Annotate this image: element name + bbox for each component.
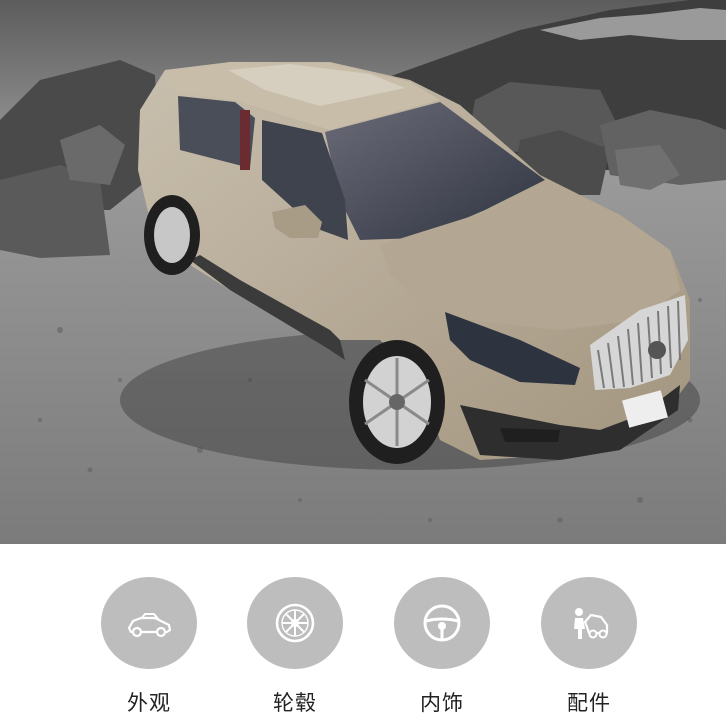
view-category-nav: 外观 轮毂 内饰 配件 — [0, 544, 726, 726]
wheels-button[interactable] — [247, 577, 343, 669]
accessory-icon — [574, 608, 609, 639]
exterior-button[interactable] — [101, 577, 197, 669]
nav-label-accessories: 配件 — [567, 691, 611, 715]
nav-item-accessories[interactable]: 配件 — [529, 577, 649, 717]
nav-item-wheels[interactable]: 轮毂 — [235, 577, 355, 717]
nav-item-exterior[interactable]: 外观 — [89, 577, 209, 717]
car-scene-image[interactable] — [0, 0, 726, 544]
accessories-button[interactable] — [541, 577, 637, 669]
nav-item-interior[interactable]: 内饰 — [382, 577, 502, 717]
nav-label-exterior: 外观 — [127, 691, 171, 715]
car-exterior-icon — [127, 613, 172, 638]
nav-label-interior: 内饰 — [420, 691, 464, 715]
car-viewer[interactable] — [0, 0, 726, 544]
nav-label-wheels: 轮毂 — [273, 691, 317, 715]
interior-button[interactable] — [394, 577, 490, 669]
steering-wheel-icon — [423, 604, 461, 642]
wheel-rim-icon — [275, 603, 315, 643]
